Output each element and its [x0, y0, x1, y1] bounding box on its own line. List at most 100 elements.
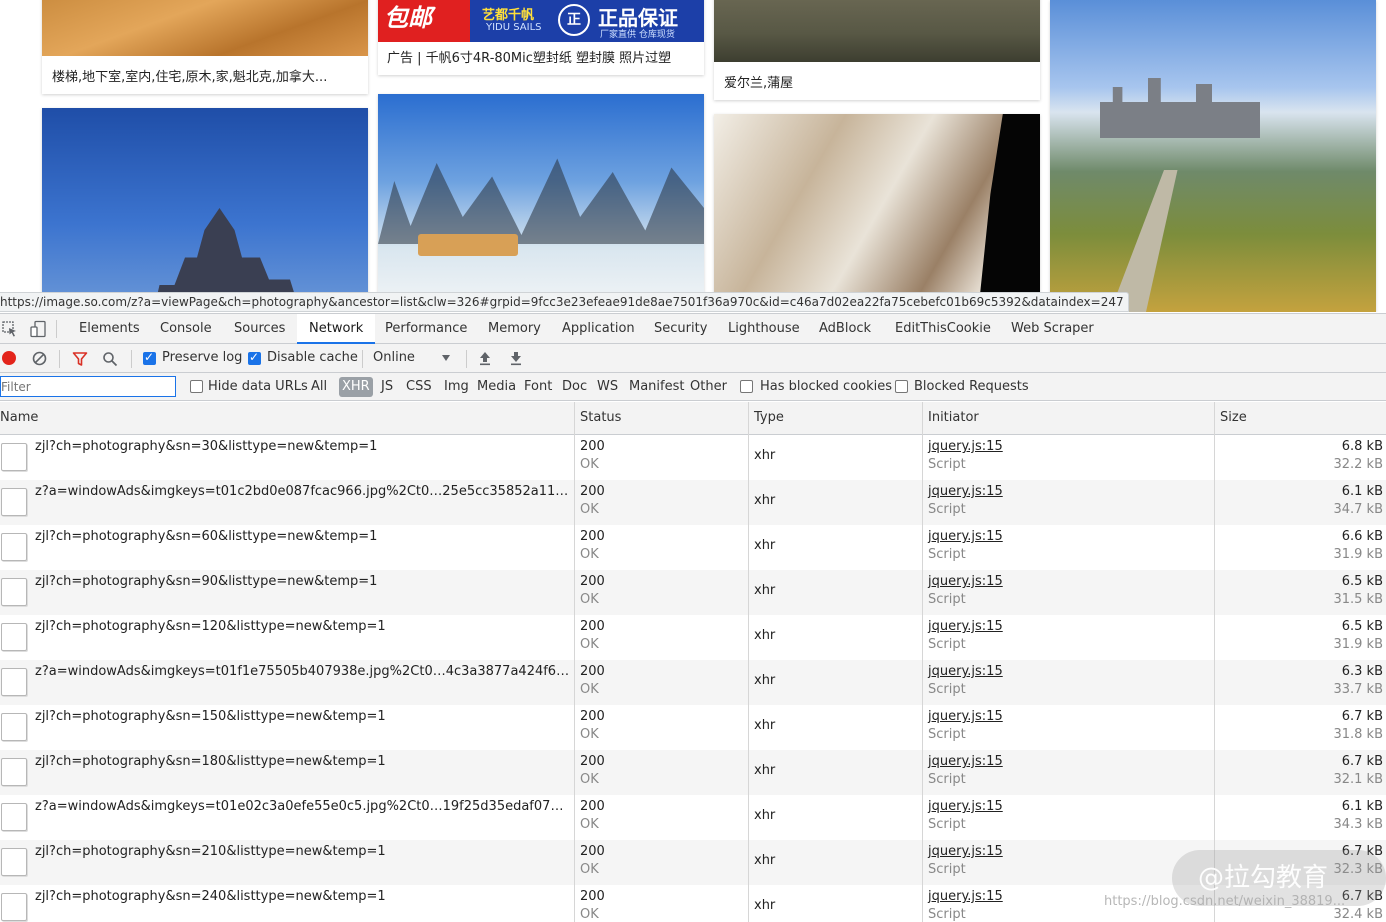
- tab-lighthouse[interactable]: Lighthouse: [716, 314, 812, 344]
- request-name[interactable]: zjl?ch=photography&sn=120&listtype=new&t…: [35, 619, 571, 634]
- column-status[interactable]: Status: [580, 402, 621, 435]
- image-card[interactable]: 楼梯,地下室,室内,住宅,原木,家,魁北克,加拿大...: [42, 0, 368, 94]
- image-card[interactable]: [378, 94, 704, 312]
- request-row[interactable]: z?a=windowAds&imgkeys=t01c2bd0e087fcac96…: [0, 480, 1386, 525]
- blocked-requests-label[interactable]: Blocked Requests: [914, 379, 1029, 395]
- tab-web-scraper[interactable]: Web Scraper: [999, 314, 1106, 344]
- search-icon[interactable]: [102, 351, 118, 367]
- filter-type-doc[interactable]: Doc: [559, 377, 590, 397]
- export-har-icon[interactable]: [509, 351, 523, 366]
- request-name[interactable]: zjl?ch=photography&sn=90&listtype=new&te…: [35, 574, 571, 589]
- request-name[interactable]: z?a=windowAds&imgkeys=t01e02c3a0efe55e0c…: [35, 799, 571, 814]
- dropdown-arrow-icon[interactable]: [442, 355, 450, 361]
- image-card[interactable]: [714, 114, 1040, 312]
- image-card[interactable]: [42, 108, 368, 312]
- filter-input[interactable]: [0, 376, 176, 397]
- hide-data-urls-checkbox[interactable]: [190, 380, 203, 393]
- column-name[interactable]: Name: [0, 402, 38, 435]
- filter-type-js[interactable]: JS: [378, 377, 396, 397]
- image-card[interactable]: 爱尔兰,蒲屋: [714, 0, 1040, 100]
- filter-type-media[interactable]: Media: [474, 377, 519, 397]
- request-name[interactable]: zjl?ch=photography&sn=210&listtype=new&t…: [35, 844, 571, 859]
- ad-card[interactable]: 包邮 艺都千帆 YIDU SAILS 正 正品保证 厂家直供 仓库现货 广告 |…: [378, 0, 704, 75]
- tab-adblock[interactable]: AdBlock: [807, 314, 883, 344]
- hide-data-urls-label[interactable]: Hide data URLs: [208, 379, 308, 395]
- request-name[interactable]: z?a=windowAds&imgkeys=t01c2bd0e087fcac96…: [35, 484, 571, 499]
- devtools-tabbar: Elements Console Sources Network Performance…: [0, 314, 1386, 344]
- resource-size: 34.7 kB: [1333, 502, 1383, 517]
- inspect-icon[interactable]: [1, 320, 19, 338]
- filter-type-ws[interactable]: WS: [594, 377, 621, 397]
- status-code: 200: [580, 709, 605, 724]
- card-image[interactable]: [714, 114, 1040, 312]
- card-image[interactable]: [714, 0, 1040, 62]
- initiator-link[interactable]: jquery.js:15: [928, 799, 1003, 814]
- tab-application[interactable]: Application: [550, 314, 647, 344]
- tab-performance[interactable]: Performance: [373, 314, 479, 344]
- request-name[interactable]: zjl?ch=photography&sn=150&listtype=new&t…: [35, 709, 571, 724]
- request-row[interactable]: zjl?ch=photography&sn=180&listtype=new&t…: [0, 750, 1386, 795]
- card-image[interactable]: [42, 108, 368, 312]
- initiator-link[interactable]: jquery.js:15: [928, 709, 1003, 724]
- request-row[interactable]: z?a=windowAds&imgkeys=t01f1e75505b407938…: [0, 660, 1386, 705]
- card-image[interactable]: [42, 0, 368, 56]
- initiator-link[interactable]: jquery.js:15: [928, 844, 1003, 859]
- initiator-link[interactable]: jquery.js:15: [928, 484, 1003, 499]
- filter-type-css[interactable]: CSS: [403, 377, 435, 397]
- tab-network[interactable]: Network: [297, 314, 376, 344]
- request-name[interactable]: zjl?ch=photography&sn=180&listtype=new&t…: [35, 754, 571, 769]
- preserve-log-checkbox[interactable]: [143, 350, 156, 365]
- request-name[interactable]: zjl?ch=photography&sn=30&listtype=new&te…: [35, 439, 571, 454]
- clear-icon[interactable]: [32, 351, 47, 366]
- card-caption[interactable]: 广告 | 千帆6寸4R-80Mic塑封纸 塑封膜 照片过塑: [387, 47, 694, 66]
- initiator-link[interactable]: jquery.js:15: [928, 619, 1003, 634]
- initiator-link[interactable]: jquery.js:15: [928, 664, 1003, 679]
- card-image[interactable]: [1050, 0, 1376, 312]
- column-type[interactable]: Type: [754, 402, 784, 435]
- initiator-link[interactable]: jquery.js:15: [928, 574, 1003, 589]
- disable-cache-label[interactable]: Disable cache: [267, 350, 358, 366]
- filter-icon[interactable]: [72, 351, 88, 367]
- request-name[interactable]: zjl?ch=photography&sn=240&listtype=new&t…: [35, 889, 571, 904]
- import-har-icon[interactable]: [478, 351, 492, 366]
- filter-type-font[interactable]: Font: [521, 377, 555, 397]
- request-name[interactable]: z?a=windowAds&imgkeys=t01f1e75505b407938…: [35, 664, 571, 679]
- has-blocked-cookies-checkbox[interactable]: [740, 380, 753, 393]
- record-icon[interactable]: [2, 351, 16, 365]
- filter-type-all[interactable]: All: [308, 377, 330, 397]
- disable-cache-checkbox[interactable]: [248, 350, 261, 365]
- request-row[interactable]: z?a=windowAds&imgkeys=t01e02c3a0efe55e0c…: [0, 795, 1386, 840]
- has-blocked-cookies-label[interactable]: Has blocked cookies: [760, 379, 892, 395]
- card-caption[interactable]: 爱尔兰,蒲屋: [724, 72, 1030, 91]
- request-row[interactable]: zjl?ch=photography&sn=120&listtype=new&t…: [0, 615, 1386, 660]
- column-size[interactable]: Size: [1220, 402, 1247, 435]
- request-row[interactable]: zjl?ch=photography&sn=60&listtype=new&te…: [0, 525, 1386, 570]
- filter-type-manifest[interactable]: Manifest: [626, 377, 687, 397]
- request-row[interactable]: zjl?ch=photography&sn=90&listtype=new&te…: [0, 570, 1386, 615]
- card-image[interactable]: [378, 94, 704, 312]
- blocked-requests-checkbox[interactable]: [895, 380, 908, 393]
- request-name[interactable]: zjl?ch=photography&sn=60&listtype=new&te…: [35, 529, 571, 544]
- throttling-select[interactable]: Online: [373, 350, 415, 366]
- initiator-link[interactable]: jquery.js:15: [928, 439, 1003, 454]
- tab-editthiscookie[interactable]: EditThisCookie: [883, 314, 1003, 344]
- request-row[interactable]: zjl?ch=photography&sn=30&listtype=new&te…: [0, 435, 1386, 480]
- filter-type-other[interactable]: Other: [687, 377, 730, 397]
- tab-elements[interactable]: Elements: [67, 314, 152, 344]
- preserve-log-label[interactable]: Preserve log: [162, 350, 242, 366]
- tab-memory[interactable]: Memory: [476, 314, 553, 344]
- device-icon[interactable]: [29, 320, 47, 338]
- filter-type-img[interactable]: Img: [441, 377, 472, 397]
- tab-sources[interactable]: Sources: [222, 314, 297, 344]
- column-initiator[interactable]: Initiator: [928, 402, 979, 435]
- image-card[interactable]: [1050, 0, 1376, 312]
- card-caption[interactable]: 楼梯,地下室,室内,住宅,原木,家,魁北克,加拿大...: [52, 66, 358, 85]
- filter-type-xhr[interactable]: XHR: [339, 377, 373, 397]
- request-row[interactable]: zjl?ch=photography&sn=150&listtype=new&t…: [0, 705, 1386, 750]
- ad-banner-image[interactable]: 包邮 艺都千帆 YIDU SAILS 正 正品保证 厂家直供 仓库现货: [378, 0, 704, 42]
- initiator-link[interactable]: jquery.js:15: [928, 889, 1003, 904]
- initiator-link[interactable]: jquery.js:15: [928, 529, 1003, 544]
- tab-console[interactable]: Console: [148, 314, 224, 344]
- initiator-link[interactable]: jquery.js:15: [928, 754, 1003, 769]
- tab-security[interactable]: Security: [642, 314, 719, 344]
